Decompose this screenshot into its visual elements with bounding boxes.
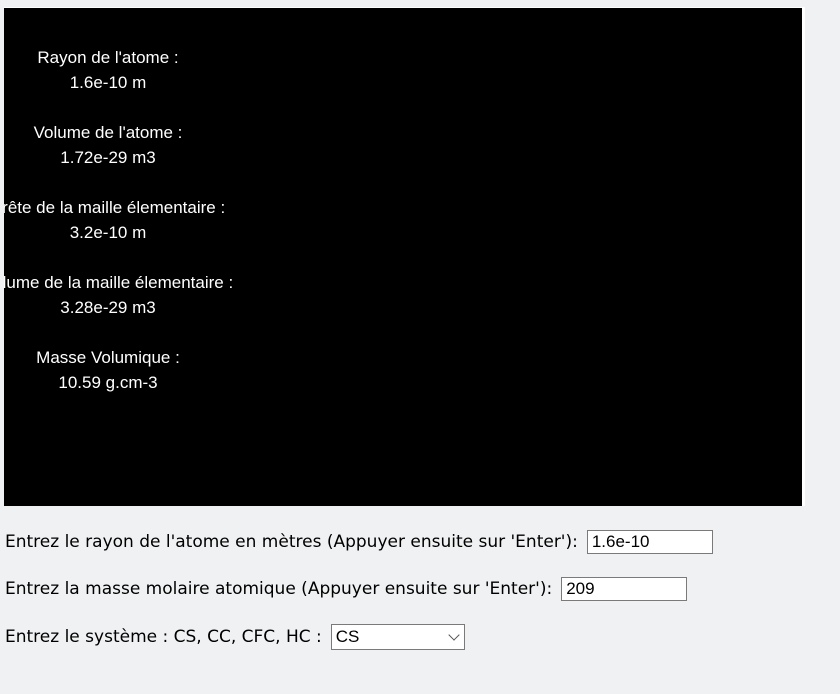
density-stat: Masse Volumique : 10.59 g.cm-3 [36,345,180,395]
atom-radius-label: Rayon de l'atome : [37,48,179,67]
cell-edge-value: 3.2e-10 m [69,223,147,242]
radius-label: Entrez le rayon de l'atome en mètres (Ap… [5,532,578,552]
results-canvas: Rayon de l'atome : 1.6e-10 m Volume de l… [4,7,805,506]
density-label: Masse Volumique : [36,348,180,367]
molar-mass-input[interactable] [561,577,688,601]
cell-edge-stat: Arête de la maille élementaire : 3.2e-10… [4,195,225,245]
density-value: 10.59 g.cm-3 [58,373,158,392]
molar-mass-label: Entrez la masse molaire atomique (Appuye… [5,579,553,599]
atom-radius-stat: Rayon de l'atome : 1.6e-10 m [37,45,178,95]
atom-volume-value: 1.72e-29 m3 [60,148,156,167]
system-row: Entrez le système : CS, CC, CFC, HC : CS [5,624,465,650]
cell-volume-value: 3.28e-29 m3 [60,298,156,317]
molar-mass-row: Entrez la masse molaire atomique (Appuye… [5,577,688,601]
cell-volume-stat: Volume de la maille élementaire : 3.28e-… [4,270,233,320]
system-select[interactable]: CS [330,624,465,650]
radius-input[interactable] [586,530,713,554]
atom-volume-label: Volume de l'atome : [33,123,183,142]
cell-volume-label: Volume de la maille élementaire : [4,273,234,292]
radius-row: Entrez le rayon de l'atome en mètres (Ap… [5,530,713,554]
atom-volume-stat: Volume de l'atome : 1.72e-29 m3 [34,120,183,170]
system-label: Entrez le système : CS, CC, CFC, HC : [5,627,322,647]
chevron-down-icon [448,628,460,641]
system-selected-value: CS [335,627,360,646]
atom-radius-value: 1.6e-10 m [69,73,147,92]
cell-edge-label: Arête de la maille élementaire : [4,198,226,217]
